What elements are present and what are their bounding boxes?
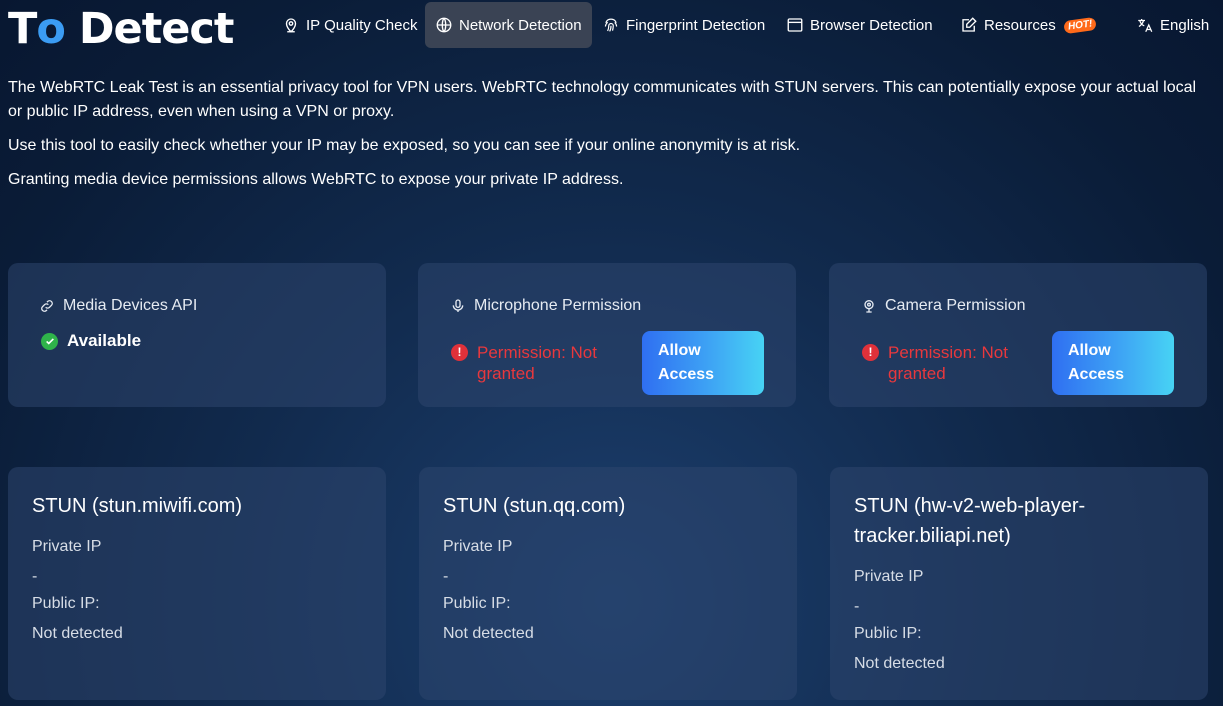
card-title-label: Media Devices API: [63, 297, 198, 314]
microphone-permission-status: ! Permission: Not granted: [451, 342, 611, 384]
nav-label: Resources: [984, 16, 1056, 34]
camera-permission-card: Camera Permission ! Permission: Not gran…: [829, 263, 1207, 407]
hot-badge: HOT!: [1062, 16, 1097, 34]
nav-label: Browser Detection: [810, 16, 933, 34]
public-ip-label: Public IP:: [32, 595, 100, 612]
location-pin-icon: [285, 18, 297, 33]
nav-fingerprint-detection[interactable]: Fingerprint Detection: [592, 2, 775, 48]
stun-title: STUN (hw-v2-web-player-tracker.biliapi.n…: [854, 495, 1086, 547]
translate-icon: [1138, 19, 1153, 33]
nav-browser-detection[interactable]: Browser Detection: [776, 2, 943, 48]
media-devices-title: Media Devices API: [39, 297, 197, 315]
language-selector[interactable]: English: [1126, 2, 1219, 48]
intro-paragraph-1: The WebRTC Leak Test is an essential pri…: [8, 79, 1197, 120]
camera-permission-title: Camera Permission: [861, 297, 1025, 315]
edit-note-icon: [962, 17, 977, 32]
camera-icon: [864, 300, 874, 313]
public-ip-value: Not detected: [443, 625, 534, 642]
status-label: Permission: Not granted: [888, 343, 1008, 383]
camera-allow-access-button[interactable]: Allow Access: [1052, 331, 1174, 395]
public-ip-value: Not detected: [32, 625, 123, 642]
error-icon: !: [862, 344, 879, 361]
nav-resources[interactable]: Resources HOT!: [950, 2, 1106, 48]
stun-title: STUN (stun.miwifi.com): [32, 495, 243, 517]
stun-card-qq: STUN (stun.qq.com) Private IP - Public I…: [419, 467, 797, 700]
microphone-permission-title: Microphone Permission: [450, 297, 641, 315]
card-title-label: Microphone Permission: [474, 297, 642, 314]
card-title-label: Camera Permission: [885, 297, 1026, 314]
private-ip-value: -: [854, 598, 860, 615]
private-ip-label: Private IP: [443, 538, 513, 555]
stun-title: STUN (stun.qq.com): [443, 495, 626, 517]
media-devices-status: Available: [41, 331, 141, 351]
logo-letter-o: o: [36, 4, 66, 54]
logo[interactable]: To Detect: [8, 4, 235, 54]
nav-label: Fingerprint Detection: [626, 16, 766, 34]
camera-permission-status: ! Permission: Not granted: [862, 342, 1022, 384]
globe-icon: [436, 17, 452, 33]
status-label: Available: [67, 331, 142, 350]
public-ip-value: Not detected: [854, 655, 945, 672]
intro-paragraph-2: Use this tool to easily check whether yo…: [8, 137, 801, 154]
public-ip-label: Public IP:: [854, 625, 922, 642]
public-ip-label: Public IP:: [443, 595, 511, 612]
media-devices-card: Media Devices API Available: [8, 263, 386, 407]
nav-label: Network Detection: [459, 16, 582, 34]
nav-network-detection[interactable]: Network Detection: [425, 2, 592, 48]
stun-card-miwifi: STUN (stun.miwifi.com) Private IP - Publ…: [8, 467, 386, 700]
stun-card-biliapi: STUN (hw-v2-web-player-tracker.biliapi.n…: [830, 467, 1208, 700]
logo-letter-t: T: [8, 4, 37, 54]
browser-window-icon: [787, 18, 803, 32]
private-ip-value: -: [443, 568, 449, 585]
logo-detect: Detect: [64, 4, 235, 54]
microphone-allow-access-button[interactable]: Allow Access: [642, 331, 764, 395]
nav-ip-quality-check[interactable]: IP Quality Check: [272, 2, 427, 48]
intro-paragraph-3: Granting media device permissions allows…: [8, 171, 624, 188]
fingerprint-icon: [604, 18, 618, 32]
intro-text: The WebRTC Leak Test is an essential pri…: [8, 76, 1213, 202]
error-icon: !: [451, 344, 468, 361]
nav-label: IP Quality Check: [306, 16, 418, 34]
language-label: English: [1160, 16, 1210, 34]
private-ip-value: -: [32, 568, 38, 585]
top-navigation-bar: To Detect IP Quality Check Network Detec…: [0, 0, 1223, 54]
private-ip-label: Private IP: [854, 568, 924, 585]
check-circle-icon: [41, 332, 58, 350]
link-icon: [41, 300, 53, 312]
microphone-icon: [452, 299, 464, 312]
private-ip-label: Private IP: [32, 538, 102, 555]
status-label: Permission: Not granted: [477, 343, 597, 383]
microphone-permission-card: Microphone Permission ! Permission: Not …: [418, 263, 796, 407]
